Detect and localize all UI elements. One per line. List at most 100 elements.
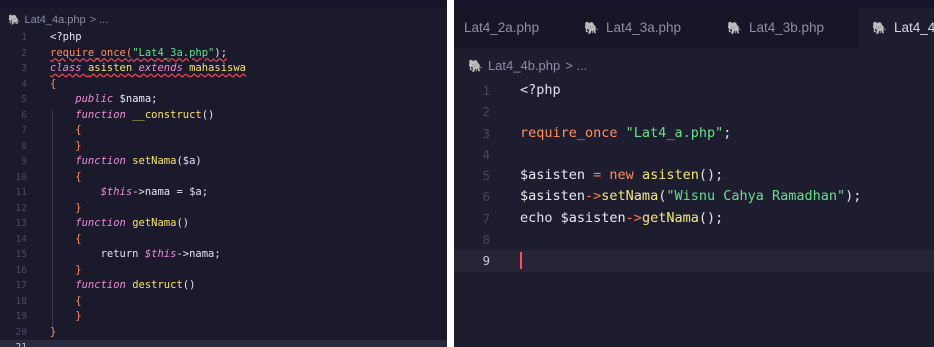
- code-text[interactable]: <?php: [50, 30, 82, 46]
- left-code-lines[interactable]: 1 <?php 2 require_once("Lat4_3a.php"); 3 clas…: [0, 30, 447, 347]
- right-breadcrumb-file[interactable]: Lat4_4b.php: [488, 58, 560, 73]
- code-text[interactable]: function destruct(): [50, 278, 195, 294]
- php-file-icon: 🐘: [584, 21, 599, 35]
- right-breadcrumb-tail: > ...: [565, 58, 588, 73]
- code-line[interactable]: 5 public $nama;: [0, 92, 447, 108]
- line-number: 4: [482, 146, 490, 162]
- code-text[interactable]: function setNama($a): [50, 154, 201, 170]
- code-text[interactable]: echo $asisten->getNama();: [520, 208, 723, 229]
- code-text[interactable]: require_once "Lat4_a.php";: [520, 123, 731, 144]
- code-line[interactable]: 4: [454, 144, 934, 165]
- code-line[interactable]: 2: [454, 101, 934, 122]
- code-line[interactable]: 14 {: [0, 232, 447, 248]
- code-line[interactable]: 10 {: [0, 170, 447, 186]
- code-text[interactable]: require_once("Lat4_3a.php");: [50, 46, 227, 62]
- line-number: 15: [15, 249, 27, 260]
- code-text[interactable]: $asisten = new asisten();: [520, 165, 723, 186]
- right-editor-pane[interactable]: Lat4_2a.php 🐘 Lat4_3a.php 🐘 Lat4_3b.php 🐘 L…: [454, 0, 934, 347]
- code-line[interactable]: 16 }: [0, 263, 447, 279]
- code-token: class: [50, 62, 88, 74]
- code-line[interactable]: 17 function destruct(): [0, 278, 447, 294]
- code-token: {: [50, 170, 82, 183]
- right-top-strip: [454, 0, 934, 8]
- code-text[interactable]: }: [50, 325, 56, 341]
- code-text[interactable]: {: [50, 77, 56, 93]
- code-line[interactable]: 15 return $this->nama;: [0, 247, 447, 263]
- code-token: );: [845, 188, 862, 205]
- line-number: 5: [21, 94, 27, 105]
- code-line[interactable]: 18 {: [0, 294, 447, 310]
- code-line[interactable]: 7 echo $asisten->getNama();: [454, 208, 934, 229]
- code-token: return: [50, 248, 145, 260]
- line-number: 2: [482, 104, 490, 120]
- code-token: $asisten: [520, 167, 594, 184]
- code-text[interactable]: {: [50, 123, 81, 139]
- code-token: );: [214, 46, 228, 59]
- code-line[interactable]: 4{: [0, 77, 447, 93]
- line-number: 7: [21, 125, 27, 136]
- line-number: 14: [15, 233, 27, 245]
- code-line[interactable]: 6 function __construct(): [0, 108, 447, 124]
- tab-lat4-2a[interactable]: Lat4_2a.php: [464, 8, 539, 48]
- code-line[interactable]: 19 }: [0, 309, 447, 325]
- code-token: }: [50, 139, 82, 152]
- left-editor-pane[interactable]: 🐘 Lat4_4a.php > ... 1 <?php 2 require_once(…: [0, 0, 447, 347]
- code-line[interactable]: 8: [454, 229, 934, 250]
- code-line[interactable]: 8 }: [0, 139, 447, 155]
- code-line[interactable]: 6 $asisten->setNama("Wisnu Cahya Ramadhan…: [454, 186, 934, 207]
- code-text[interactable]: }: [50, 139, 82, 155]
- tab-lat4-3a[interactable]: 🐘 Lat4_3a.php: [584, 8, 681, 48]
- code-text[interactable]: }: [50, 309, 81, 325]
- code-token: public: [50, 93, 120, 105]
- code-line[interactable]: 9 function setNama($a): [0, 154, 447, 170]
- php-file-icon: 🐘: [872, 21, 887, 35]
- code-line[interactable]: 12 }: [0, 201, 447, 217]
- line-number: 2: [21, 47, 27, 59]
- code-token: {: [50, 77, 57, 90]
- code-line[interactable]: 11 $this->nama = $a;: [0, 185, 447, 201]
- code-text[interactable]: {: [50, 232, 81, 248]
- code-token: function: [50, 217, 133, 229]
- right-breadcrumb[interactable]: 🐘 Lat4_4b.php > ...: [468, 58, 587, 73]
- code-token: "Lat4_3a.php": [132, 46, 215, 59]
- code-line[interactable]: 1 <?php: [454, 80, 934, 101]
- code-text[interactable]: $asisten->setNama("Wisnu Cahya Ramadhan"…: [520, 186, 861, 207]
- code-line[interactable]: 1 <?php: [0, 30, 447, 46]
- code-token: require_once: [520, 124, 626, 141]
- code-text[interactable]: $this->nama = $a;: [50, 185, 208, 201]
- php-file-icon: 🐘: [8, 14, 21, 26]
- code-text[interactable]: class asisten extends mahasiswa: [50, 61, 246, 77]
- tab-lat4-4b-active[interactable]: 🐘 Lat4_4: [858, 8, 934, 48]
- left-breadcrumb[interactable]: 🐘 Lat4_4a.php > ...: [8, 14, 108, 26]
- code-text[interactable]: public $nama;: [50, 92, 157, 108]
- line-number: 8: [21, 140, 27, 152]
- code-token: <?php: [50, 31, 82, 43]
- code-text[interactable]: <?php: [520, 80, 561, 101]
- right-code-lines[interactable]: 1 <?php 2 3 require_once "Lat4_a.php"; 4 5 $asi…: [454, 80, 934, 272]
- line-number: 6: [21, 109, 27, 121]
- code-line[interactable]: 3 require_once "Lat4_a.php";: [454, 123, 934, 144]
- code-text[interactable]: {: [50, 170, 82, 186]
- left-breadcrumb-file[interactable]: Lat4_4a.php: [24, 14, 85, 26]
- code-text[interactable]: }: [50, 263, 81, 279]
- code-text[interactable]: function __construct(): [50, 108, 214, 124]
- code-line[interactable]: 21: [0, 340, 447, 347]
- code-line[interactable]: 13 function getNama(): [0, 216, 447, 232]
- tab-lat4-3b[interactable]: 🐘 Lat4_3b.php: [727, 8, 824, 48]
- code-line[interactable]: 3 class asisten extends mahasiswa: [0, 61, 447, 77]
- code-line[interactable]: 5 $asisten = new asisten();: [454, 165, 934, 186]
- code-token: function: [50, 155, 133, 167]
- code-text[interactable]: {: [50, 294, 81, 310]
- code-line[interactable]: 9: [454, 250, 934, 272]
- code-text[interactable]: }: [50, 201, 81, 217]
- code-line[interactable]: 7 {: [0, 123, 447, 139]
- code-token: mahasiswa: [189, 62, 246, 74]
- tab-label: Lat4_3a.php: [605, 20, 682, 35]
- code-line[interactable]: 20}: [0, 325, 447, 341]
- code-text[interactable]: function getNama(): [50, 216, 189, 232]
- code-line[interactable]: 2 require_once("Lat4_3a.php");: [0, 46, 447, 62]
- code-token: new: [609, 167, 642, 184]
- code-token: $nama;: [119, 93, 158, 105]
- code-text[interactable]: return $this->nama;: [50, 247, 221, 263]
- line-number: 11: [15, 187, 27, 198]
